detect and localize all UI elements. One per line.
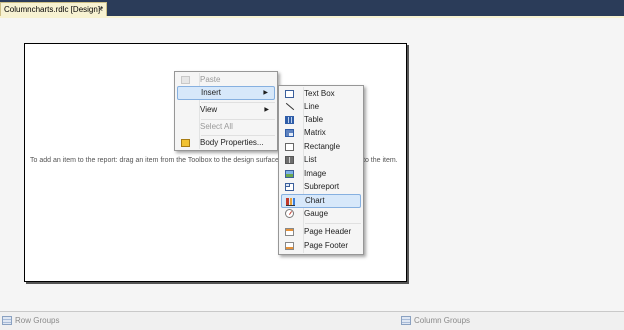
column-groups-label: Column Groups <box>414 316 471 325</box>
menu-item-insert[interactable]: Insert ▶ <box>177 86 275 100</box>
submenu-item-label: Chart <box>305 196 325 205</box>
menu-item-label: Body Properties... <box>200 138 264 147</box>
submenu-item-label: Image <box>304 169 327 178</box>
document-tab[interactable]: Columncharts.rdlc [Design]* × <box>0 2 107 16</box>
submenu-item-label: Page Header <box>304 227 352 236</box>
submenu-item-table[interactable]: Table <box>281 113 361 127</box>
row-groups-label: Row Groups <box>15 316 60 325</box>
image-icon <box>285 170 294 178</box>
submenu-item-text-box[interactable]: Text Box <box>281 87 361 101</box>
menu-item-paste[interactable]: Paste <box>177 73 275 87</box>
submenu-item-page-header[interactable]: Page Header <box>281 225 361 239</box>
design-surface-hint-end: to the item. <box>363 157 398 164</box>
submenu-item-page-footer[interactable]: Page Footer <box>281 239 361 253</box>
context-menu: Paste Insert ▶ View ▶ Select All Body Pr… <box>174 71 278 151</box>
submenu-item-label: Gauge <box>304 209 329 218</box>
menu-separator <box>305 223 361 224</box>
submenu-item-matrix[interactable]: Matrix <box>281 126 361 140</box>
table-icon <box>285 116 294 124</box>
menu-item-view[interactable]: View ▶ <box>177 103 275 117</box>
subreport-icon <box>285 183 294 191</box>
submenu-arrow-icon: ▶ <box>263 90 268 96</box>
document-tab-title: Columncharts.rdlc [Design]* <box>4 5 104 14</box>
submenu-item-chart[interactable]: Chart <box>281 194 361 208</box>
list-icon <box>285 156 294 164</box>
row-groups-header[interactable]: Row Groups <box>2 316 60 325</box>
gauge-icon <box>285 209 294 218</box>
submenu-item-rectangle[interactable]: Rectangle <box>281 140 361 154</box>
submenu-item-subreport[interactable]: Subreport <box>281 180 361 194</box>
submenu-item-line[interactable]: Line <box>281 100 361 114</box>
line-icon <box>285 103 294 111</box>
body-properties-icon <box>181 139 190 147</box>
column-groups-icon <box>401 316 411 325</box>
page-header-icon <box>285 228 294 236</box>
submenu-item-label: List <box>304 155 317 164</box>
menu-item-label: Insert <box>201 88 222 97</box>
menu-item-label: Paste <box>200 75 221 84</box>
submenu-arrow-icon: ▶ <box>264 107 269 113</box>
menu-item-select-all[interactable]: Select All <box>177 120 275 134</box>
chart-icon <box>286 198 295 206</box>
row-groups-icon <box>2 316 12 325</box>
submenu-item-image[interactable]: Image <box>281 167 361 181</box>
insert-submenu: Text Box Line Table Matrix Rectangle Lis… <box>278 85 364 255</box>
close-tab-icon[interactable]: × <box>98 3 103 16</box>
submenu-item-gauge[interactable]: Gauge <box>281 207 361 221</box>
design-surface-hint: To add an item to the report: drag an it… <box>30 157 281 164</box>
column-groups-header[interactable]: Column Groups <box>401 316 471 325</box>
textbox-icon <box>285 90 294 98</box>
submenu-item-label: Page Footer <box>304 241 349 250</box>
rectangle-icon <box>285 143 294 151</box>
ide-top-bar: Columncharts.rdlc [Design]* × <box>0 0 624 16</box>
submenu-item-label: Line <box>304 102 320 111</box>
submenu-item-list[interactable]: List <box>281 153 361 167</box>
submenu-item-label: Table <box>304 115 324 124</box>
matrix-icon <box>285 129 294 137</box>
menu-item-body-properties[interactable]: Body Properties... <box>177 136 275 150</box>
submenu-item-label: Subreport <box>304 182 340 191</box>
submenu-item-label: Rectangle <box>304 142 341 151</box>
page-footer-icon <box>285 242 294 250</box>
menu-item-label: View <box>200 105 218 114</box>
grouping-pane: Row Groups Column Groups <box>0 311 624 330</box>
menu-item-label: Select All <box>200 122 233 131</box>
submenu-item-label: Matrix <box>304 128 326 137</box>
submenu-item-label: Text Box <box>304 89 335 98</box>
paste-icon <box>181 76 190 84</box>
